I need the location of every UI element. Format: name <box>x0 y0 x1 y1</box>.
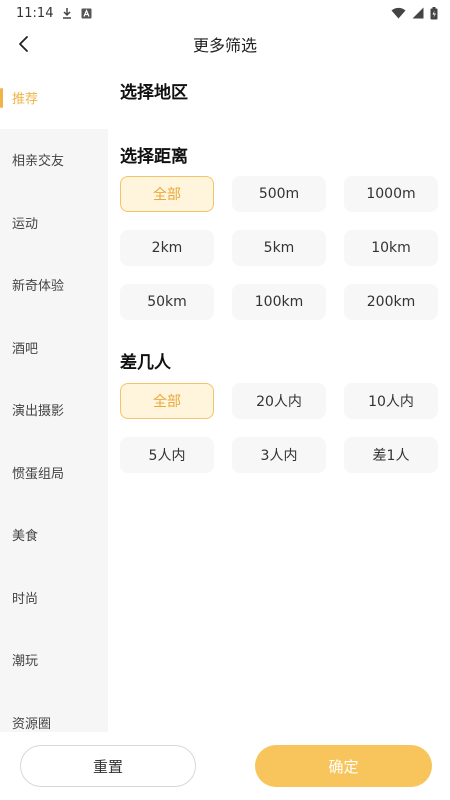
people-option-all[interactable]: 全部 <box>120 383 214 419</box>
distance-option-500m[interactable]: 500m <box>232 176 326 212</box>
sidebar-item-performance-photo[interactable]: 演出摄影 <box>0 379 108 442</box>
distance-option-10km[interactable]: 10km <box>344 230 438 266</box>
distance-option-all[interactable]: 全部 <box>120 176 214 212</box>
status-bar: 11:14 <box>0 0 450 26</box>
sidebar-item-bar[interactable]: 酒吧 <box>0 316 108 379</box>
people-section-title: 差几人 <box>120 353 171 373</box>
bottom-action-bar: 重置 确定 <box>0 732 450 800</box>
battery-icon <box>430 6 438 20</box>
wifi-icon <box>391 7 406 19</box>
filter-panel: 选择地区 选择距离 全部 500m 1000m 2km 5km 10km 50k… <box>108 66 450 732</box>
chevron-left-icon <box>16 35 32 57</box>
sidebar-item-trendy-toys[interactable]: 潮玩 <box>0 629 108 692</box>
sidebar-item-resource-circle[interactable]: 资源圈 <box>0 691 108 732</box>
sidebar-item-label: 潮玩 <box>12 654 39 670</box>
sidebar-item-label: 资源圈 <box>12 716 52 732</box>
sidebar-item-label: 酒吧 <box>12 341 39 357</box>
sidebar-item-label: 演出摄影 <box>12 404 65 420</box>
sidebar-item-food[interactable]: 美食 <box>0 504 108 567</box>
a-badge-icon <box>81 8 92 19</box>
sidebar-item-label: 新奇体验 <box>12 279 65 295</box>
download-icon <box>61 7 73 19</box>
status-right <box>391 6 438 20</box>
sidebar-item-label: 相亲交友 <box>12 154 65 170</box>
distance-option-1000m[interactable]: 1000m <box>344 176 438 212</box>
people-option-short-1[interactable]: 差1人 <box>344 437 438 473</box>
reset-button[interactable]: 重置 <box>20 745 196 787</box>
sidebar-item-dating[interactable]: 相亲交友 <box>0 129 108 192</box>
people-option-within-3[interactable]: 3人内 <box>232 437 326 473</box>
distance-option-2km[interactable]: 2km <box>120 230 214 266</box>
distance-option-50km[interactable]: 50km <box>120 284 214 320</box>
category-sidebar: 推荐 相亲交友 运动 新奇体验 酒吧 演出摄影 惯蛋组局 美食 时尚 潮玩 资源… <box>0 66 108 732</box>
distance-option-5km[interactable]: 5km <box>232 230 326 266</box>
sidebar-item-card-game[interactable]: 惯蛋组局 <box>0 441 108 504</box>
back-button[interactable] <box>8 30 40 62</box>
sidebar-item-recommend[interactable]: 推荐 <box>0 66 108 129</box>
distance-option-100km[interactable]: 100km <box>232 284 326 320</box>
people-option-within-5[interactable]: 5人内 <box>120 437 214 473</box>
sidebar-item-label: 时尚 <box>12 591 39 607</box>
sidebar-item-label: 运动 <box>12 216 39 232</box>
sidebar-item-novel-experience[interactable]: 新奇体验 <box>0 254 108 317</box>
distance-section-title: 选择距离 <box>120 147 188 167</box>
page-title: 更多筛选 <box>192 36 257 55</box>
sidebar-item-label: 美食 <box>12 529 39 545</box>
header: 更多筛选 <box>0 26 450 66</box>
sidebar-item-fashion[interactable]: 时尚 <box>0 566 108 629</box>
people-option-within-20[interactable]: 20人内 <box>232 383 326 419</box>
status-left: 11:14 <box>16 6 92 21</box>
sidebar-item-label: 推荐 <box>12 91 39 107</box>
signal-icon <box>412 7 424 19</box>
status-time: 11:14 <box>16 5 54 21</box>
sidebar-item-sports[interactable]: 运动 <box>0 191 108 254</box>
people-option-within-10[interactable]: 10人内 <box>344 383 438 419</box>
region-section-title: 选择地区 <box>120 83 188 103</box>
confirm-button[interactable]: 确定 <box>255 745 432 787</box>
sidebar-item-label: 惯蛋组局 <box>12 466 65 482</box>
distance-option-200km[interactable]: 200km <box>344 284 438 320</box>
